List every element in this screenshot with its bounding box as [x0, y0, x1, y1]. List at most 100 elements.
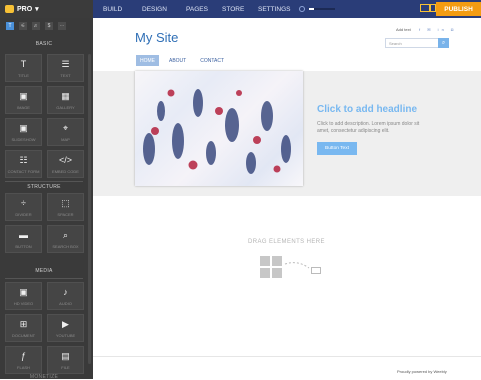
embed-code-icon: </> — [58, 155, 72, 165]
section-divider — [5, 278, 83, 279]
element-tile-search-box[interactable]: ⌕ SEARCH BOX — [47, 225, 84, 253]
nav-pages[interactable]: PAGES — [186, 6, 208, 13]
brand-menu[interactable]: PRO ▾ — [0, 0, 93, 18]
social-icons[interactable]: f ✉ in ◘ — [419, 27, 456, 32]
tile-label: TEXT — [60, 73, 71, 79]
element-tile-hd-video[interactable]: ▣ HD VIDEO — [5, 282, 42, 310]
nav-settings[interactable]: SETTINGS — [258, 6, 291, 13]
text-icon: ☰ — [61, 59, 70, 69]
tile-label: SEARCH BOX — [52, 244, 79, 250]
map-icon: ⌖ — [62, 123, 69, 133]
spacer-icon: ⬚ — [61, 198, 70, 208]
site-menu: HOME ABOUT CONTACT — [136, 55, 228, 66]
paint-splatter-image — [143, 89, 291, 174]
tile-label: FLASH — [17, 365, 30, 371]
divider-icon: ÷ — [21, 198, 26, 208]
tile-label: DOCUMENT — [11, 333, 36, 339]
hero-button[interactable]: Button Text — [317, 142, 357, 155]
element-tile-youtube[interactable]: ▶ YOUTUBE — [47, 314, 84, 342]
hero-headline[interactable]: Click to add headline — [317, 104, 417, 115]
tile-label: SLIDESHOW — [11, 137, 36, 143]
sidebar-scrollbar[interactable] — [88, 54, 91, 364]
tile-label: MAP — [61, 137, 70, 143]
brand-logo-icon — [5, 5, 14, 13]
help-icon[interactable] — [299, 6, 305, 12]
tile-label: TITLE — [18, 73, 29, 79]
drag-grid-icon — [260, 256, 282, 278]
element-tile-map[interactable]: ⌖ MAP — [47, 118, 84, 146]
element-tile-spacer[interactable]: ⬚ SPACER — [47, 193, 84, 221]
brand-label: PRO — [17, 5, 33, 13]
elements-sidebar: T ⚟ ♬ $ ⋯ BASIC T TITLE ☰ TEXT ▣ IMAGE ▦ GALLER… — [0, 18, 93, 380]
section-structure: STRUCTURE — [27, 184, 61, 190]
desktop-view-icon[interactable] — [420, 4, 430, 12]
nav-design[interactable]: DESIGN — [142, 6, 167, 13]
element-tile-text[interactable]: ☰ TEXT — [47, 54, 84, 82]
tab-more[interactable]: ⋯ — [58, 22, 66, 30]
drop-zone-label: DRAG ELEMENTS HERE — [248, 239, 325, 245]
search-icon[interactable]: ⌕ — [438, 38, 449, 48]
element-tile-flash[interactable]: ƒ FLASH — [5, 346, 42, 374]
tile-label: YOUTUBE — [55, 333, 76, 339]
hd-video-icon: ▣ — [19, 287, 28, 297]
hero-image[interactable] — [135, 71, 303, 186]
sidebar-tabs: T ⚟ ♬ $ ⋯ — [6, 22, 66, 30]
image-icon: ▣ — [19, 91, 28, 101]
file-icon: ▤ — [61, 351, 70, 361]
section-monetize: MONETIZE — [29, 374, 59, 380]
element-tile-contact-form[interactable]: ☷ CONTACT FORM — [5, 150, 42, 178]
hero-description[interactable]: Click to add description. Lorem ipsum do… — [317, 121, 429, 134]
element-tile-divider[interactable]: ÷ DIVIDER — [5, 193, 42, 221]
add-text-link[interactable]: Add text — [396, 27, 411, 32]
footer-credit[interactable]: Proudly powered by Weebly — [397, 369, 447, 374]
tab-layout[interactable]: ⚟ — [19, 22, 27, 30]
section-divider — [5, 181, 83, 182]
tile-label: AUDIO — [59, 301, 72, 307]
image-element-icon — [311, 267, 321, 274]
autosave-progress — [299, 6, 335, 12]
tile-label: BUTTON — [15, 244, 32, 250]
youtube-icon: ▶ — [62, 319, 69, 329]
element-tile-title[interactable]: T TITLE — [5, 54, 42, 82]
contact-form-icon: ☷ — [19, 155, 28, 165]
section-media: MEDIA — [35, 268, 53, 274]
tile-label: HD VIDEO — [13, 301, 34, 307]
publish-button[interactable]: PUBLISH — [436, 2, 481, 16]
element-tile-gallery[interactable]: ▦ GALLERY — [47, 86, 84, 114]
button-icon: ▬ — [19, 230, 28, 240]
drag-path-icon — [284, 262, 310, 269]
tab-basic[interactable]: T — [6, 22, 14, 30]
element-tile-slideshow[interactable]: ▣ SLIDESHOW — [5, 118, 42, 146]
tile-label: GALLERY — [56, 105, 75, 111]
menu-contact[interactable]: CONTACT — [196, 55, 228, 66]
nav-build[interactable]: BUILD — [103, 6, 122, 13]
title-icon: T — [20, 59, 27, 69]
tile-label: IMAGE — [17, 105, 30, 111]
element-tile-embed-code[interactable]: </> EMBED CODE — [47, 150, 84, 178]
tile-label: FILE — [61, 365, 70, 371]
footer-divider — [93, 356, 481, 357]
document-icon: ⊞ — [19, 319, 28, 329]
gallery-icon: ▦ — [61, 91, 70, 101]
section-basic: BASIC — [35, 41, 53, 47]
site-canvas: My Site Add text f ✉ in ◘ Search ⌕ HOME … — [93, 18, 481, 379]
hero-banner: Click to add headline Click to add descr… — [93, 71, 481, 196]
element-tile-button[interactable]: ▬ BUTTON — [5, 225, 42, 253]
menu-about[interactable]: ABOUT — [165, 55, 190, 66]
flash-icon: ƒ — [20, 351, 26, 361]
progress-fill — [309, 8, 315, 10]
progress-track — [309, 8, 335, 10]
tile-label: CONTACT FORM — [7, 169, 40, 175]
top-bar: PRO ▾ BUILD DESIGN PAGES STORE SETTINGS … — [0, 0, 481, 18]
tile-label: SPACER — [57, 212, 74, 218]
tab-media[interactable]: ♬ — [32, 22, 40, 30]
tab-commerce[interactable]: $ — [45, 22, 53, 30]
element-tile-file[interactable]: ▤ FILE — [47, 346, 84, 374]
element-tile-audio[interactable]: ♪ AUDIO — [47, 282, 84, 310]
tile-label: DIVIDER — [15, 212, 32, 218]
nav-store[interactable]: STORE — [222, 6, 244, 13]
element-tile-document[interactable]: ⊞ DOCUMENT — [5, 314, 42, 342]
element-tile-image[interactable]: ▣ IMAGE — [5, 86, 42, 114]
menu-home[interactable]: HOME — [136, 55, 159, 66]
site-title[interactable]: My Site — [135, 30, 178, 45]
